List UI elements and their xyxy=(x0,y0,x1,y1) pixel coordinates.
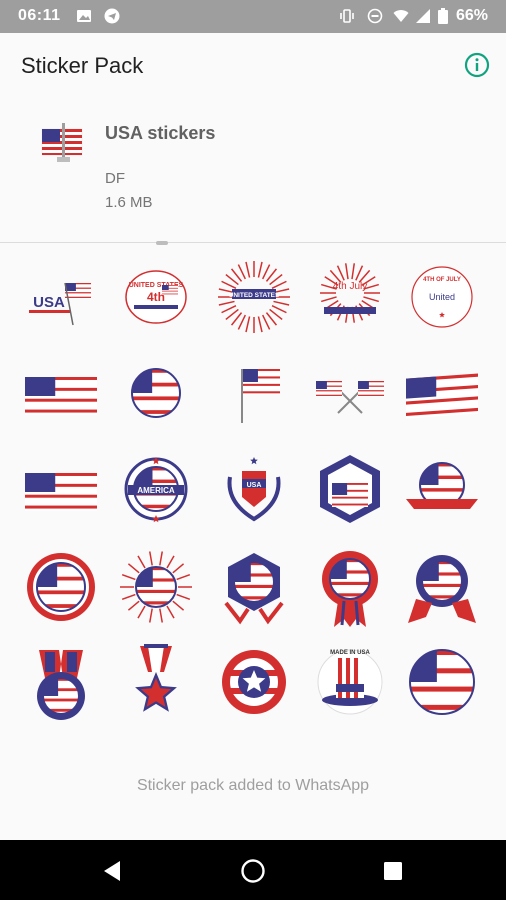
sticker-round-flag-large[interactable] xyxy=(400,640,484,724)
battery-percent: 66% xyxy=(455,7,488,24)
vibrate-icon xyxy=(339,8,355,24)
sticker-flat-flag[interactable] xyxy=(19,351,103,435)
sticker-round-flag[interactable] xyxy=(114,351,198,435)
telegram-icon xyxy=(104,8,120,24)
pack-size: 1.6 MB xyxy=(105,194,153,211)
pack-tray-icon xyxy=(40,119,86,165)
info-icon[interactable] xyxy=(464,52,490,78)
pack-header: USA stickers DF 1.6 MB xyxy=(0,99,506,239)
sticker-crossed-flags[interactable] xyxy=(308,351,392,435)
sticker-star-hexagon-badge[interactable] xyxy=(308,447,392,531)
status-message: Sticker pack added to WhatsApp xyxy=(136,777,370,794)
signal-icon xyxy=(415,8,431,24)
sticker-grid: USA UNITED STATES 4th UNITED STATES 4th July… xyxy=(0,255,506,745)
sticker-flag-on-pole[interactable] xyxy=(212,351,296,435)
app-bar: Sticker Pack xyxy=(0,33,506,99)
status-bar: 06:11 66% xyxy=(0,0,506,33)
back-icon[interactable] xyxy=(100,858,126,884)
sticker-star-shield[interactable] xyxy=(212,640,296,724)
sticker-usa-text-flag[interactable]: USA xyxy=(19,255,103,339)
divider xyxy=(0,242,506,243)
svg-text:4th July: 4th July xyxy=(333,281,367,292)
sticker-star-medal[interactable] xyxy=(114,640,198,724)
svg-text:USA: USA xyxy=(33,294,65,311)
gallery-icon xyxy=(76,8,92,24)
pack-publisher: DF xyxy=(105,170,125,187)
sticker-uncle-sam-hat[interactable]: MADE IN USA xyxy=(308,640,392,724)
pack-name: USA stickers xyxy=(105,123,216,143)
recents-icon[interactable] xyxy=(380,858,406,884)
page-title: Sticker Pack xyxy=(21,53,144,78)
sticker-united-states-sunburst[interactable]: UNITED STATES xyxy=(212,255,296,339)
sticker-flag-hexagon-ribbon[interactable] xyxy=(212,545,296,629)
svg-text:United: United xyxy=(429,292,455,302)
sticker-independence-day-circle[interactable]: 4TH OF JULY United xyxy=(400,255,484,339)
svg-text:AMERICA: AMERICA xyxy=(137,486,175,495)
scroll-handle xyxy=(156,241,168,245)
svg-text:4TH OF JULY: 4TH OF JULY xyxy=(423,277,461,283)
svg-text:USA: USA xyxy=(247,482,262,489)
sticker-flat-flag[interactable] xyxy=(19,447,103,531)
sticker-flag-seal-ribbon[interactable] xyxy=(400,545,484,629)
sticker-flag-sunburst[interactable] xyxy=(114,545,198,629)
sticker-america-star-badge[interactable]: AMERICA xyxy=(114,447,198,531)
home-icon[interactable] xyxy=(240,858,266,884)
navigation-bar xyxy=(0,840,506,900)
svg-text:UNITED STATES: UNITED STATES xyxy=(229,292,280,299)
battery-icon xyxy=(437,8,449,24)
svg-text:MADE IN USA: MADE IN USA xyxy=(330,650,370,656)
sticker-round-flag-seal[interactable] xyxy=(19,545,103,629)
sticker-waving-flag[interactable] xyxy=(400,351,484,435)
status-time: 06:11 xyxy=(18,7,61,24)
sticker-usa-independence-badge[interactable]: UNITED STATES 4th xyxy=(114,255,198,339)
sticker-fourth-july-sunburst[interactable]: 4th July xyxy=(308,255,392,339)
wifi-icon xyxy=(393,8,409,24)
do-not-disturb-icon xyxy=(367,8,383,24)
sticker-flag-rosette[interactable] xyxy=(308,545,392,629)
sticker-usa-laurel-badge[interactable]: USA xyxy=(212,447,296,531)
sticker-round-flag-ribbon[interactable] xyxy=(400,447,484,531)
sticker-flag-medal[interactable] xyxy=(19,640,103,724)
